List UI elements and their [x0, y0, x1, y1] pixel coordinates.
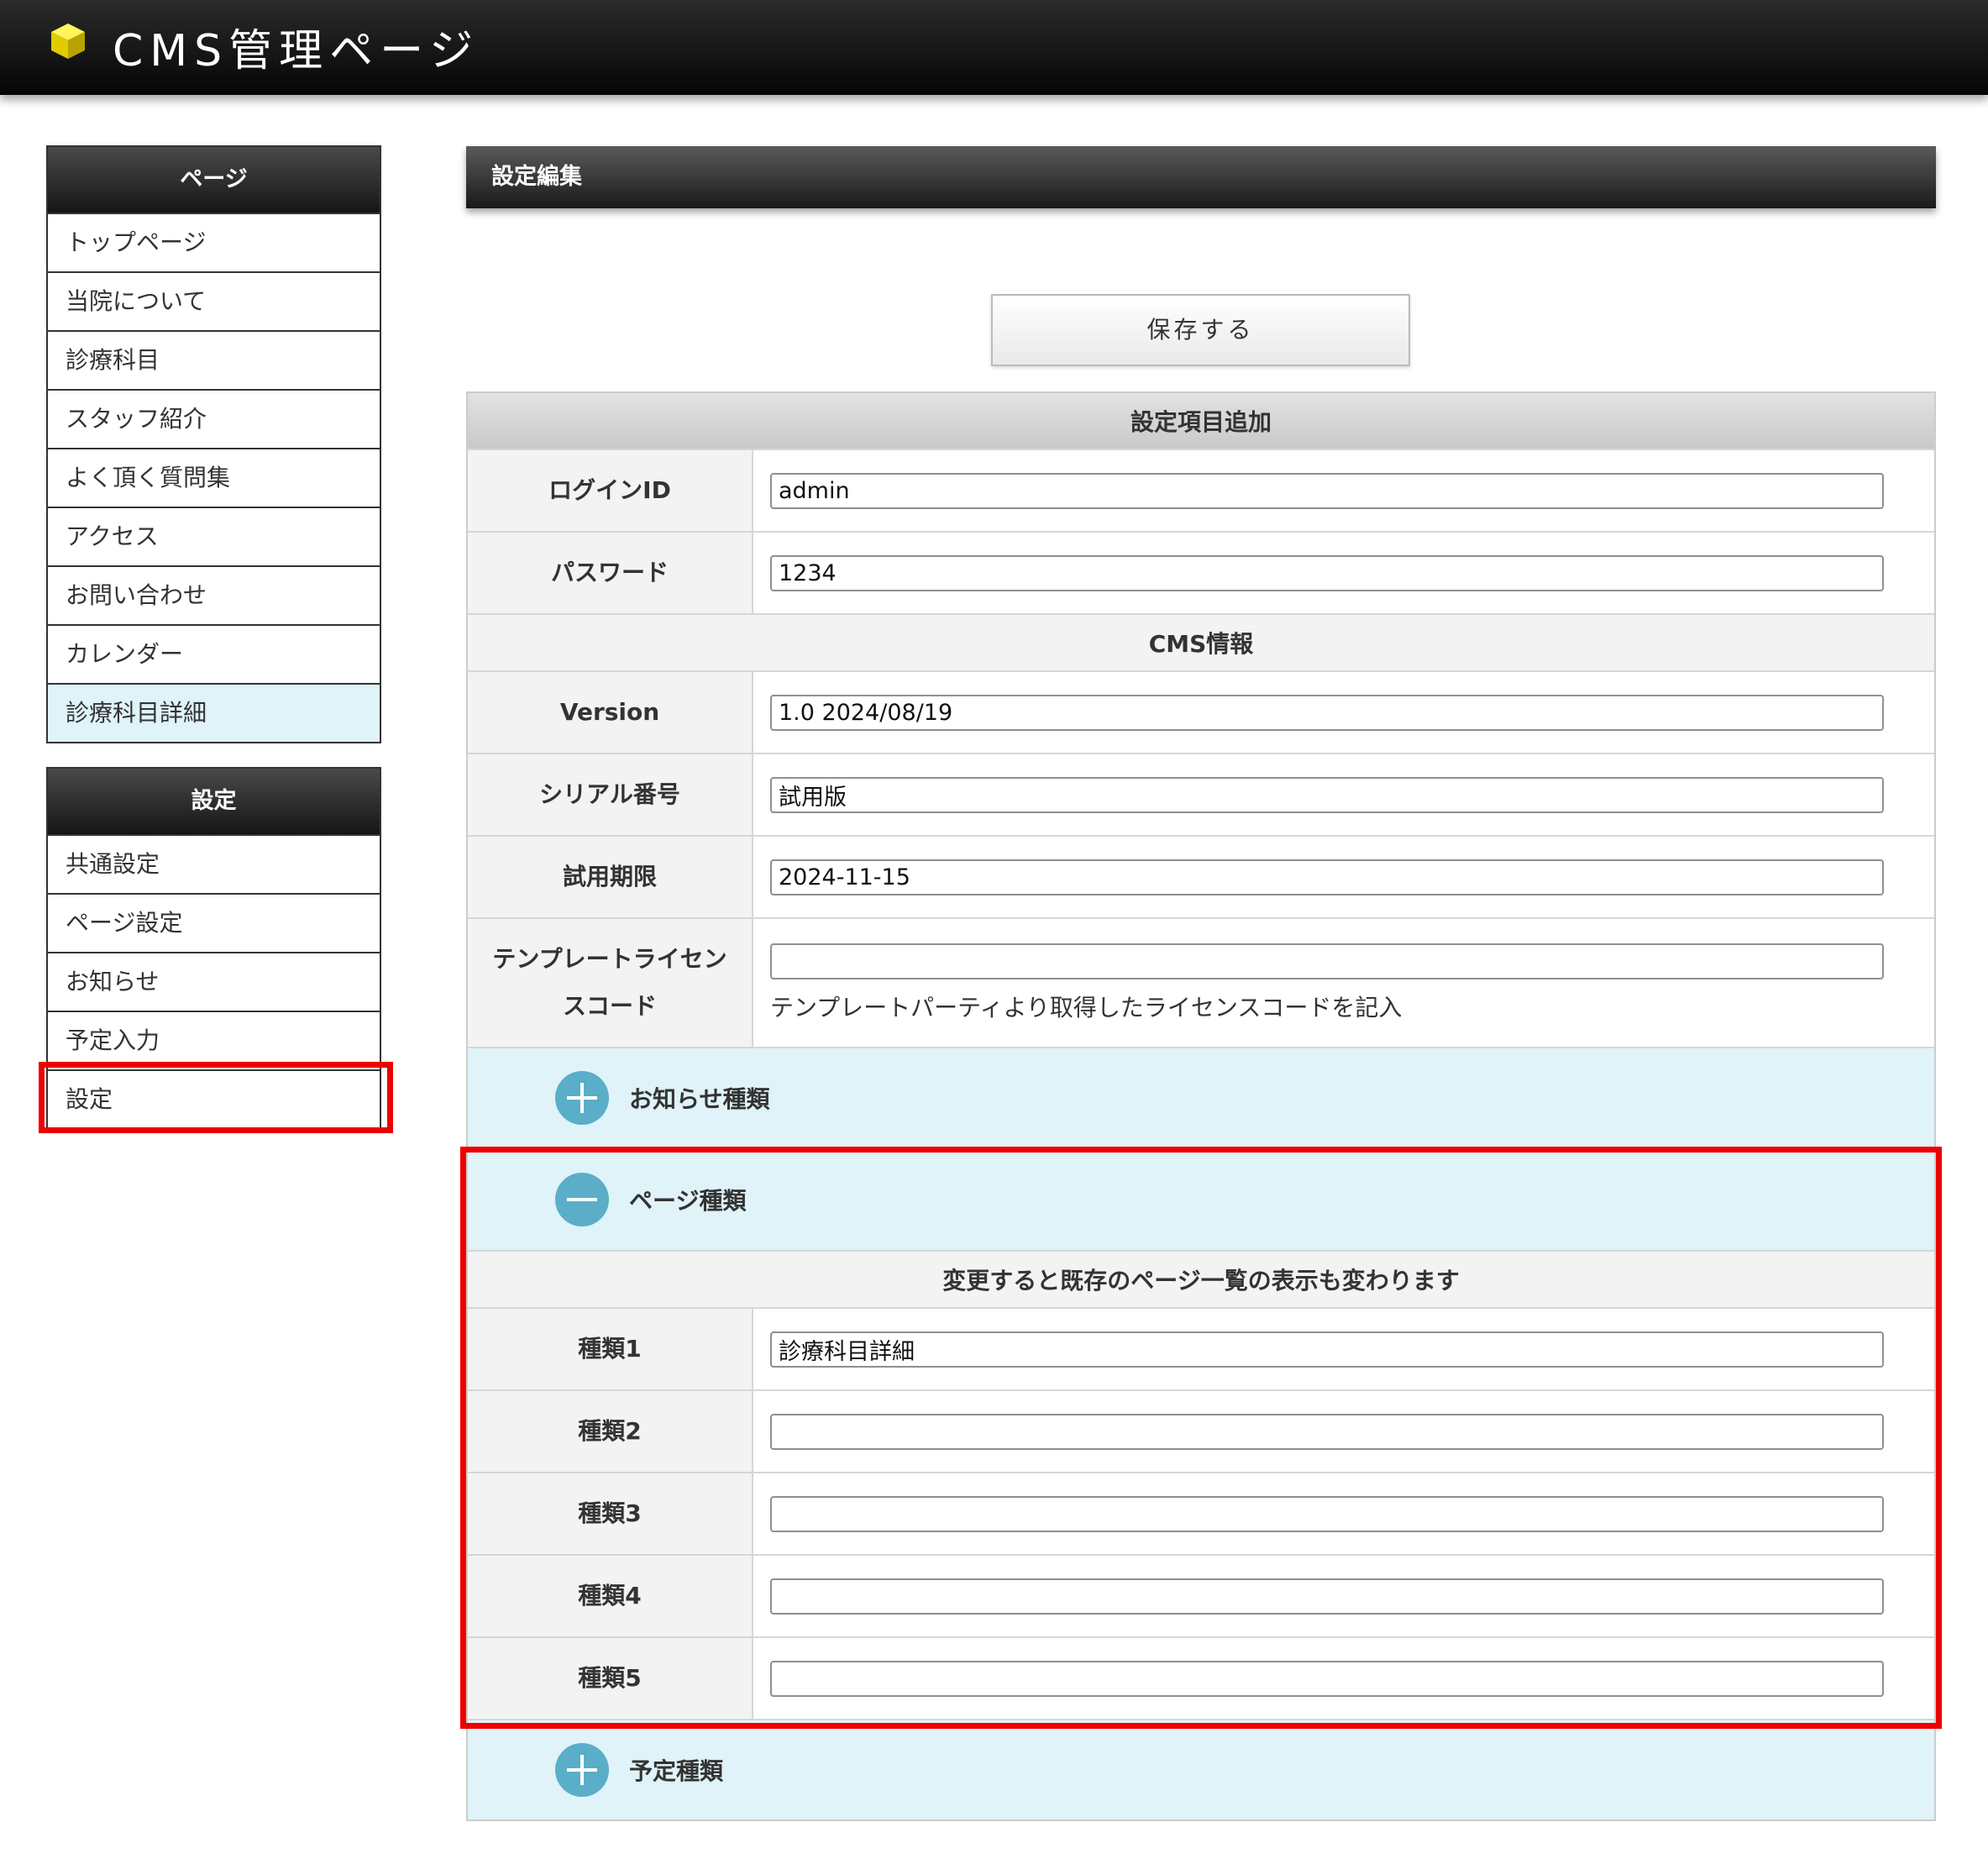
page-type-row: 種類2 [468, 1389, 1934, 1472]
sidebar-item-staff[interactable]: スタッフ紹介 [48, 389, 380, 448]
license-label-line2: スコード [562, 992, 657, 1020]
page-type-3-label: 種類3 [468, 1473, 753, 1554]
sidebar-item-settings[interactable]: 設定 [48, 1069, 380, 1128]
version-row: Version [468, 670, 1934, 753]
license-label-line1: テンプレートライセン [492, 945, 727, 973]
accordion-page-types[interactable]: ページ種類 [468, 1147, 1934, 1250]
sidebar-item-departments[interactable]: 診療科目 [48, 330, 380, 389]
sidebar-pages-menu: ページ トップページ 当院について 診療科目 スタッフ紹介 よく頂く質問集 アク… [46, 145, 381, 743]
login-id-label: ログインID [468, 450, 753, 531]
trial-label: 試用期限 [468, 837, 753, 917]
page-type-1-label: 種類1 [468, 1309, 753, 1389]
sidebar-settings-menu: 設定 共通設定 ページ設定 お知らせ 予定入力 設定 [46, 767, 381, 1130]
accordion-page-types-label: ページ種類 [629, 1187, 747, 1215]
section-cms-heading: CMS情報 [468, 613, 1934, 670]
serial-row: シリアル番号 [468, 753, 1934, 835]
license-label: テンプレートライセン スコード [468, 919, 753, 1047]
serial-input[interactable] [770, 776, 1884, 813]
sidebar-item-schedule-input[interactable]: 予定入力 [48, 1011, 380, 1069]
page-type-2-label: 種類2 [468, 1391, 753, 1472]
password-row: パスワード [468, 531, 1934, 613]
page-title: 設定編集 [466, 146, 1936, 208]
page-types-notice: 変更すると既存のページ一覧の表示も変わります [468, 1250, 1934, 1307]
password-label: パスワード [468, 533, 753, 613]
page-type-5-label: 種類5 [468, 1638, 753, 1719]
page-type-5-input[interactable] [770, 1660, 1884, 1697]
trial-row: 試用期限 [468, 835, 1934, 917]
save-button[interactable]: 保存する [991, 294, 1410, 366]
version-label: Version [468, 672, 753, 753]
accordion-news-types[interactable]: お知らせ種類 [468, 1047, 1934, 1147]
sidebar-item-faq[interactable]: よく頂く質問集 [48, 448, 380, 507]
app-header: CMS管理ページ [0, 0, 1988, 95]
accordion-schedule-types[interactable]: 予定種類 [468, 1719, 1934, 1820]
settings-form: 設定項目追加 ログインID パスワード CMS情報 Version シリアル番号… [466, 391, 1936, 1821]
trial-input[interactable] [770, 859, 1884, 895]
version-input[interactable] [770, 694, 1884, 731]
page-type-2-input[interactable] [770, 1413, 1884, 1450]
page-type-3-input[interactable] [770, 1495, 1884, 1532]
page-type-4-input[interactable] [770, 1578, 1884, 1615]
yellow-cube-icon [51, 24, 85, 59]
password-input[interactable] [770, 554, 1884, 591]
sidebar-item-top-page[interactable]: トップページ [48, 213, 380, 271]
page-type-row: 種類1 [468, 1307, 1934, 1389]
accordion-schedule-types-label: 予定種類 [629, 1757, 724, 1785]
minus-icon[interactable] [555, 1173, 609, 1226]
sidebar-pages-heading: ページ [48, 147, 380, 213]
serial-label: シリアル番号 [468, 754, 753, 835]
sidebar-item-page-settings[interactable]: ページ設定 [48, 893, 380, 952]
sidebar-item-department-detail[interactable]: 診療科目詳細 [48, 683, 380, 742]
license-row: テンプレートライセン スコード テンプレートパーティより取得したライセンスコード… [468, 917, 1934, 1047]
accordion-news-types-label: お知らせ種類 [629, 1085, 770, 1113]
login-id-row: ログインID [468, 449, 1934, 531]
plus-icon[interactable] [555, 1071, 609, 1125]
app-title: CMS管理ページ [113, 26, 480, 76]
login-id-input[interactable] [770, 472, 1884, 509]
page-type-row: 種類5 [468, 1636, 1934, 1719]
license-help-text: テンプレートパーティより取得したライセンスコードを記入 [770, 993, 1403, 1021]
page-type-4-label: 種類4 [468, 1556, 753, 1636]
plus-icon[interactable] [555, 1743, 609, 1797]
page-type-1-input[interactable] [770, 1331, 1884, 1368]
page-type-row: 種類4 [468, 1554, 1934, 1636]
page-type-row: 種類3 [468, 1472, 1934, 1554]
sidebar-item-common-settings[interactable]: 共通設定 [48, 834, 380, 893]
sidebar-item-calendar[interactable]: カレンダー [48, 624, 380, 683]
sidebar-item-about-clinic[interactable]: 当院について [48, 271, 380, 330]
sidebar-item-contact[interactable]: お問い合わせ [48, 565, 380, 624]
sidebar-item-access[interactable]: アクセス [48, 507, 380, 565]
sidebar-settings-heading: 設定 [48, 769, 380, 834]
license-input[interactable] [770, 943, 1884, 979]
sidebar-item-news[interactable]: お知らせ [48, 952, 380, 1011]
section-add-heading: 設定項目追加 [468, 393, 1934, 449]
